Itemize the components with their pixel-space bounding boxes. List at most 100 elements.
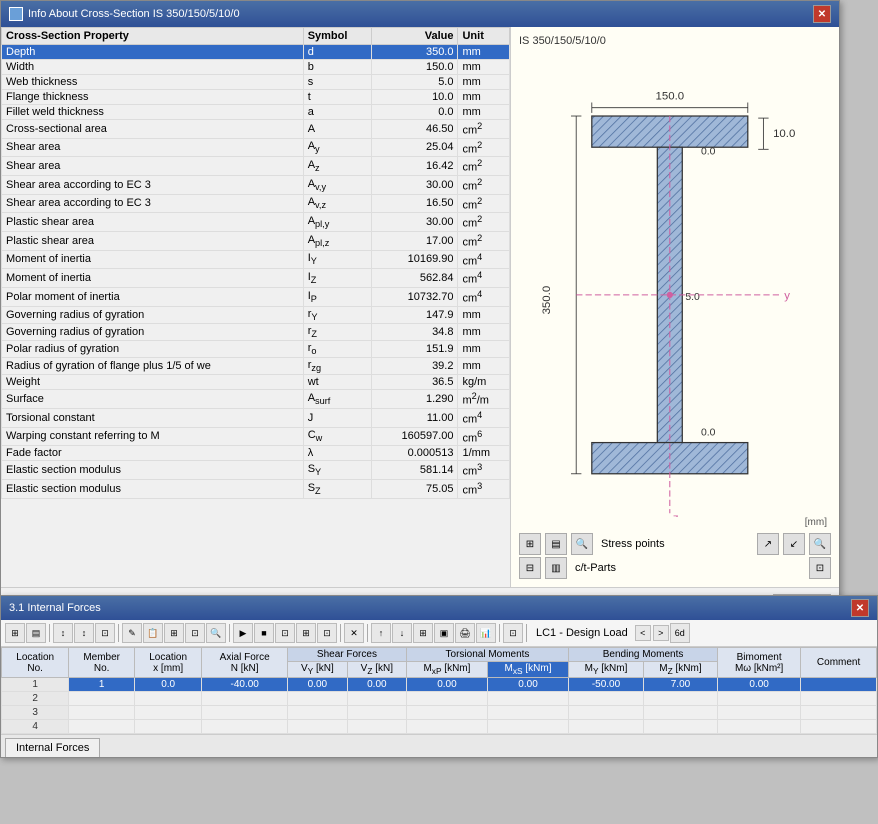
property-cell: Moment of inertia: [2, 250, 304, 269]
table-row[interactable]: Polar moment of inertiaIP10732.70cm4: [2, 287, 510, 306]
tb-btn-15[interactable]: ⊡: [317, 623, 337, 643]
mz-cell: [643, 692, 717, 706]
grid-row[interactable]: 2: [2, 692, 877, 706]
tb-btn-9[interactable]: ⊡: [185, 623, 205, 643]
cs-tool-btn-5[interactable]: ↙: [783, 533, 805, 555]
value-cell: 10732.70: [372, 287, 458, 306]
value-cell: 147.9: [372, 306, 458, 323]
property-cell: Flange thickness: [2, 90, 304, 105]
table-row[interactable]: Depthd350.0mm: [2, 45, 510, 60]
tb-btn-16[interactable]: ✕: [344, 623, 364, 643]
top-dialog-close-button[interactable]: ✕: [813, 5, 831, 23]
table-row[interactable]: Radius of gyration of flange plus 1/5 of…: [2, 358, 510, 375]
tb-btn-11[interactable]: ▶: [233, 623, 253, 643]
value-cell: 25.04: [372, 138, 458, 157]
properties-table-area: Cross-Section Property Symbol Value Unit…: [1, 27, 511, 587]
cs-tool-btn-7[interactable]: ⊟: [519, 557, 541, 579]
table-row[interactable]: Polar radius of gyrationro151.9mm: [2, 340, 510, 357]
toolbar-sep-5: [367, 624, 368, 642]
tb-btn-14[interactable]: ⊞: [296, 623, 316, 643]
grid-row[interactable]: 4: [2, 720, 877, 734]
tb-btn-3[interactable]: ↕: [53, 623, 73, 643]
value-cell: 16.42: [372, 157, 458, 176]
tb-btn-21[interactable]: 🖨: [455, 623, 475, 643]
tb-btn-10[interactable]: 🔍: [206, 623, 226, 643]
table-row[interactable]: Shear area according to EC 3Av,z16.50cm2: [2, 194, 510, 213]
tb-btn-7[interactable]: 📋: [143, 623, 163, 643]
cs-tool-btn-4[interactable]: ↗: [757, 533, 779, 555]
tb-btn-2[interactable]: ▤: [26, 623, 46, 643]
table-row[interactable]: Cross-sectional areaA46.50cm2: [2, 120, 510, 139]
property-cell: Elastic section modulus: [2, 479, 304, 498]
unit-cell: mm: [458, 358, 510, 375]
table-row[interactable]: Governing radius of gyrationrZ34.8mm: [2, 323, 510, 340]
table-row[interactable]: Plastic shear areaApl,z17.00cm2: [2, 231, 510, 250]
table-row[interactable]: Moment of inertiaIZ562.84cm4: [2, 269, 510, 288]
cs-tool-btn-3[interactable]: 🔍: [571, 533, 593, 555]
property-cell: Shear area: [2, 157, 304, 176]
my-cell: [569, 720, 644, 734]
vz-cell: [347, 692, 406, 706]
table-row[interactable]: Warping constant referring to MCw160597.…: [2, 427, 510, 446]
table-row[interactable]: SurfaceAsurf1.290m2/m: [2, 390, 510, 409]
mxp-cell: 0.00: [406, 678, 487, 692]
grid-row[interactable]: 3: [2, 706, 877, 720]
table-row[interactable]: Flange thicknesst10.0mm: [2, 90, 510, 105]
table-row[interactable]: Shear area according to EC 3Av,y30.00cm2: [2, 175, 510, 194]
tb-btn-12[interactable]: ■: [254, 623, 274, 643]
cs-tool-btn-8[interactable]: ▥: [545, 557, 567, 579]
bottom-dialog-close-button[interactable]: ✕: [851, 599, 869, 617]
table-row[interactable]: Web thicknesss5.0mm: [2, 75, 510, 90]
table-row[interactable]: Elastic section modulusSZ75.05cm3: [2, 479, 510, 498]
cs-tool-btn-2[interactable]: ▤: [545, 533, 567, 555]
table-row[interactable]: Widthb150.0mm: [2, 60, 510, 75]
tb-btn-5[interactable]: ⊡: [95, 623, 115, 643]
table-row[interactable]: Fillet weld thicknessa0.0mm: [2, 105, 510, 120]
tb-btn-23[interactable]: ⊡: [503, 623, 523, 643]
mm-label: [mm]: [519, 517, 831, 528]
grid-row[interactable]: 110.0-40.000.000.000.000.00-50.007.000.0…: [2, 678, 877, 692]
table-row[interactable]: Elastic section modulusSY581.14cm3: [2, 461, 510, 480]
mz-cell: [643, 706, 717, 720]
loc-no-cell: 1: [2, 678, 69, 692]
table-row[interactable]: Moment of inertiaIY10169.90cm4: [2, 250, 510, 269]
value-cell: 34.8: [372, 323, 458, 340]
symbol-cell: IP: [303, 287, 372, 306]
tb-btn-6[interactable]: ✎: [122, 623, 142, 643]
toolbar-sep-7: [526, 624, 527, 642]
tb-btn-22[interactable]: 📊: [476, 623, 496, 643]
property-cell: Torsional constant: [2, 408, 304, 427]
vz-cell: 0.00: [347, 678, 406, 692]
unit-cell: cm2: [458, 138, 510, 157]
tb-btn-24[interactable]: 6d: [670, 623, 690, 643]
tb-btn-17[interactable]: ↑: [371, 623, 391, 643]
comment-cell: [801, 692, 877, 706]
cs-tool-btn-1[interactable]: ⊞: [519, 533, 541, 555]
symbol-cell: Apl,y: [303, 213, 372, 232]
value-cell: 151.9: [372, 340, 458, 357]
table-row[interactable]: Fade factorλ0.0005131/mm: [2, 446, 510, 461]
tb-btn-1[interactable]: ⊞: [5, 623, 25, 643]
table-row[interactable]: Plastic shear areaApl,y30.00cm2: [2, 213, 510, 232]
svg-text:10.0: 10.0: [773, 128, 795, 140]
tb-btn-4[interactable]: ↕: [74, 623, 94, 643]
symbol-cell: d: [303, 45, 372, 60]
loc-no-cell: 3: [2, 706, 69, 720]
cs-tool-btn-6[interactable]: 🔍: [809, 533, 831, 555]
svg-text:z: z: [673, 513, 679, 517]
table-row[interactable]: Governing radius of gyrationrY147.9mm: [2, 306, 510, 323]
table-row[interactable]: Shear areaAz16.42cm2: [2, 157, 510, 176]
tb-btn-13[interactable]: ⊡: [275, 623, 295, 643]
tb-btn-19[interactable]: ⊞: [413, 623, 433, 643]
cs-tool-btn-9[interactable]: ⊡: [809, 557, 831, 579]
tb-btn-18[interactable]: ↓: [392, 623, 412, 643]
property-cell: Cross-sectional area: [2, 120, 304, 139]
tb-btn-8[interactable]: ⊞: [164, 623, 184, 643]
tab-internal-forces[interactable]: Internal Forces: [5, 738, 100, 757]
table-row[interactable]: Weightwt36.5kg/m: [2, 375, 510, 390]
lc-prev-button[interactable]: <: [635, 625, 651, 641]
table-row[interactable]: Torsional constantJ11.00cm4: [2, 408, 510, 427]
tb-btn-20[interactable]: ▣: [434, 623, 454, 643]
lc-next-button[interactable]: >: [653, 625, 669, 641]
table-row[interactable]: Shear areaAy25.04cm2: [2, 138, 510, 157]
